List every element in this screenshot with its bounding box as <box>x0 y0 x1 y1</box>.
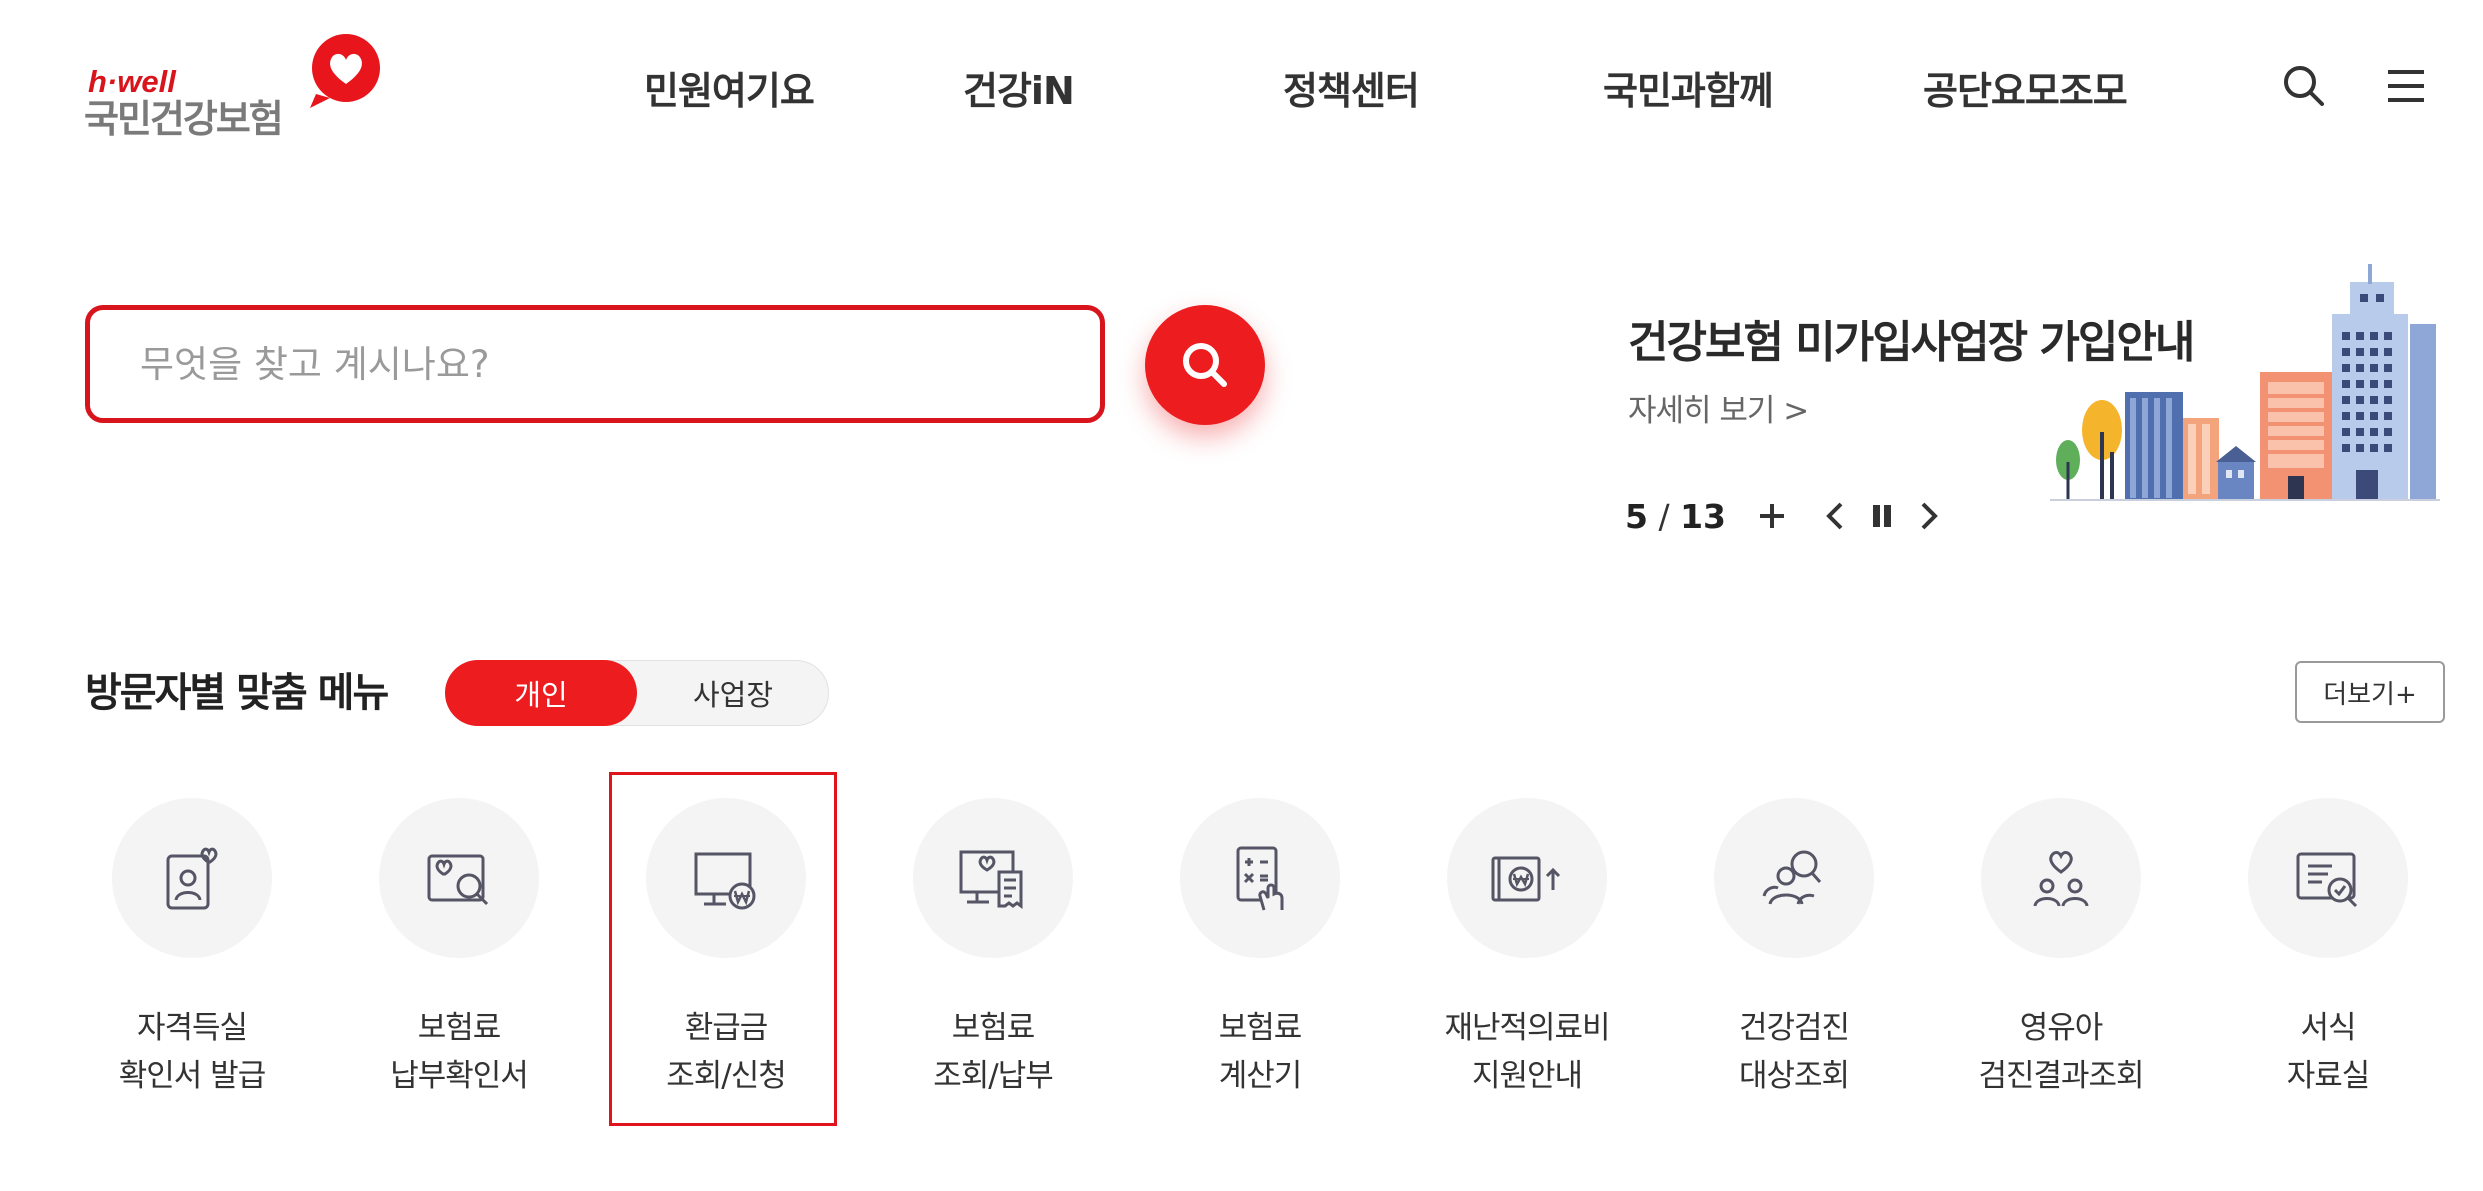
pager-current: 5 <box>1625 496 1648 536</box>
quick-menu-icon-circle <box>1180 798 1340 958</box>
quick-menu-item[interactable]: 보험료 계산기 <box>1145 798 1375 1098</box>
quick-menu-item[interactable]: 보험료 납부확인서 <box>344 798 574 1098</box>
chevron-left-icon[interactable] <box>1816 496 1856 536</box>
pager-count: 5 / 13 <box>1625 497 1726 536</box>
quick-menu-item[interactable]: 자격득실 확인서 발급 <box>77 798 307 1098</box>
nav-item-health-in[interactable]: 건강iN <box>963 60 1075 115</box>
logo[interactable]: h·well 국민건강보험 <box>84 30 384 141</box>
form-check-icon <box>2296 852 2358 908</box>
wallet-won-icon <box>1491 856 1561 902</box>
quick-menu-label: 보험료 조회/납부 <box>933 1010 1054 1094</box>
heart-logo-icon <box>310 34 380 108</box>
monitor-receipt-icon <box>959 850 1023 909</box>
quick-menu-icon-circle <box>2248 798 2408 958</box>
toggle-business[interactable]: 사업장 <box>637 660 829 726</box>
toggle-individual[interactable]: 개인 <box>445 660 637 726</box>
logo-name: 국민건강보험 <box>84 97 284 141</box>
id-card-heart-icon <box>166 847 218 910</box>
buildings-illustration <box>2050 264 2440 501</box>
search-button[interactable] <box>1145 305 1265 425</box>
pager-total: 13 <box>1680 496 1727 536</box>
quick-menu-icon-circle <box>379 798 539 958</box>
quick-menu-icon-circle <box>1981 798 2141 958</box>
people-search-icon <box>1762 850 1822 905</box>
pager-separator: / <box>1658 496 1670 536</box>
visitor-type-toggle: 개인 사업장 <box>445 660 829 726</box>
quick-menu-icon-circle <box>1447 798 1607 958</box>
banner-detail-link[interactable]: 자세히 보기 > <box>1628 385 1809 430</box>
quick-menu-label: 자격득실 확인서 발급 <box>118 1010 266 1094</box>
quick-menu-label: 재난적의료비 지원안내 <box>1444 1010 1610 1094</box>
quick-menu-item[interactable]: 영유아 검진결과조회 <box>1946 798 2176 1098</box>
quick-menu-label: 보험료 납부확인서 <box>390 1010 529 1094</box>
pause-icon[interactable] <box>1862 496 1902 536</box>
quick-menu-icon-circle <box>1714 798 1874 958</box>
search-document-icon <box>427 854 489 906</box>
nav-item-policy-center[interactable]: 정책센터 <box>1283 60 1420 115</box>
nav-item-with-public[interactable]: 국민과함께 <box>1603 60 1774 115</box>
nav-item-civil-service[interactable]: 민원여기요 <box>644 60 815 115</box>
nav-item-about[interactable]: 공단요모조모 <box>1923 60 2128 115</box>
family-heart-icon <box>2033 851 2089 907</box>
quick-menu-icon-circle <box>913 798 1073 958</box>
quick-menu-item[interactable]: 건강검진 대상조회 <box>1679 798 1909 1098</box>
quick-menu-item[interactable]: 보험료 조회/납부 <box>878 798 1108 1098</box>
quick-menu-icon-circle <box>112 798 272 958</box>
quick-menu-item[interactable]: 재난적의료비 지원안내 <box>1412 798 1642 1098</box>
quick-menu-label: 영유아 검진결과조회 <box>1978 1010 2144 1094</box>
section-title: 방문자별 맞춤 메뉴 <box>85 670 389 716</box>
highlight-box <box>609 772 837 1126</box>
search-box <box>85 305 1105 423</box>
quick-menu-label: 건강검진 대상조회 <box>1738 1010 1850 1094</box>
search-icon[interactable] <box>2278 60 2330 112</box>
banner-pager: 5 / 13 <box>1625 494 1948 538</box>
quick-menu-item[interactable]: 서식 자료실 <box>2213 798 2443 1098</box>
quick-menu-label: 보험료 계산기 <box>1218 1010 1303 1094</box>
calculator-icon <box>1236 846 1284 911</box>
search-icon <box>1183 343 1227 387</box>
menu-icon[interactable] <box>2380 60 2432 112</box>
more-button[interactable]: 더보기+ <box>2295 661 2445 723</box>
quick-menu-label: 서식 자료실 <box>2286 1010 2371 1094</box>
chevron-right-icon[interactable] <box>1908 496 1948 536</box>
plus-icon[interactable] <box>1752 496 1792 536</box>
search-input[interactable] <box>140 310 1040 418</box>
